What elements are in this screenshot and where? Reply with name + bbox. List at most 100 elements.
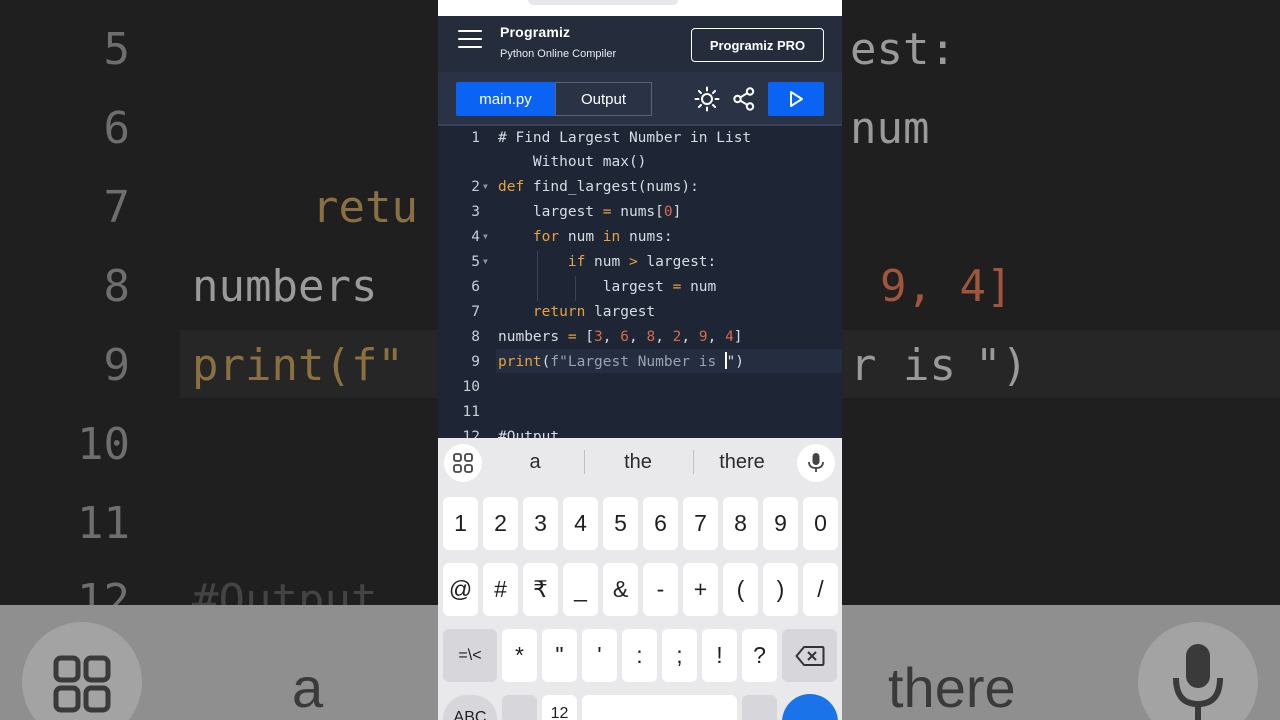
code-line: 3 largest = nums[0]: [438, 200, 842, 224]
code-number: 3: [594, 329, 603, 345]
key-rupee[interactable]: ₹: [523, 563, 558, 616]
key-0[interactable]: 0: [803, 497, 838, 550]
key-abc[interactable]: ABC: [443, 695, 497, 720]
key-slash[interactable]: /: [803, 563, 838, 616]
key-more-symbols[interactable]: =\<: [443, 629, 497, 682]
key-emoji[interactable]: [502, 695, 537, 720]
key-question[interactable]: ?: [742, 629, 777, 682]
key-2[interactable]: 2: [483, 497, 518, 550]
bg-code-fragment: "): [975, 340, 1028, 391]
share-icon[interactable]: [731, 86, 757, 112]
key-asterisk[interactable]: *: [502, 629, 537, 682]
code-line: 7 return largest: [438, 300, 842, 324]
key-minus[interactable]: -: [643, 563, 678, 616]
hamburger-menu-icon[interactable]: [458, 30, 482, 52]
key-colon[interactable]: :: [622, 629, 657, 682]
code-line: 11: [438, 400, 842, 424]
code-text: num: [559, 229, 603, 245]
code-text: largest: [602, 279, 673, 295]
programiz-pro-button[interactable]: Programiz PRO: [691, 28, 824, 62]
fold-arrow-icon[interactable]: ▼: [483, 250, 488, 274]
key-at[interactable]: @: [443, 563, 478, 616]
key-open-paren[interactable]: (: [723, 563, 758, 616]
bg-microphone-icon: [1138, 622, 1258, 720]
key-exclamation[interactable]: !: [702, 629, 737, 682]
code-number: 8: [646, 329, 656, 345]
bg-line-number: 10: [77, 419, 130, 470]
suggestion-item[interactable]: there: [702, 448, 782, 476]
bg-line-number: 5: [103, 24, 131, 75]
bg-line-number: 11: [77, 498, 130, 549]
suggestion-divider: [584, 450, 585, 474]
bg-line-number: 9: [103, 340, 131, 391]
app-header: Programiz Python Online Compiler Program…: [438, 16, 842, 72]
code-text: nums[: [611, 204, 664, 220]
key-numbers-layout[interactable]: 12: [542, 695, 577, 720]
code-number: 4: [725, 329, 734, 345]
line-number: 1: [471, 130, 480, 146]
code-operator: =: [567, 329, 577, 345]
code-keyword: return: [532, 304, 586, 320]
line-number: 11: [462, 404, 480, 420]
run-button[interactable]: [768, 82, 824, 116]
tab-main-py[interactable]: main.py: [456, 82, 555, 116]
key-hash[interactable]: #: [483, 563, 518, 616]
code-line: 2 ▼ def find_largest(nums):: [438, 175, 842, 199]
code-operator: >: [628, 254, 638, 270]
suggestion-bar: a the there: [438, 438, 842, 486]
code-line: 5 ▼ if num > largest:: [438, 250, 842, 274]
bg-grid-apps-icon: [22, 622, 142, 720]
key-close-paren[interactable]: ): [763, 563, 798, 616]
bg-suggestion: a: [292, 656, 324, 719]
microphone-icon[interactable]: [797, 444, 835, 482]
key-semicolon[interactable]: ;: [662, 629, 697, 682]
code-text: largest:: [637, 254, 717, 270]
code-comment: #Output: [498, 429, 560, 438]
suggestion-item[interactable]: the: [598, 448, 678, 476]
line-number: 7: [471, 304, 480, 320]
key-double-quote[interactable]: ": [542, 629, 577, 682]
code-number: 6: [620, 329, 629, 345]
enter-key[interactable]: [782, 694, 838, 720]
key-single-quote[interactable]: ': [582, 629, 617, 682]
code-text: numbers: [498, 329, 568, 345]
fold-arrow-icon[interactable]: ▼: [483, 175, 488, 199]
logo-text: Programiz: [500, 24, 571, 40]
key-8[interactable]: 8: [723, 497, 758, 550]
key-underscore[interactable]: _: [563, 563, 598, 616]
key-6[interactable]: 6: [643, 497, 678, 550]
code-text: "): [726, 354, 744, 370]
key-3[interactable]: 3: [523, 497, 558, 550]
tab-output[interactable]: Output: [555, 82, 652, 116]
sun-theme-icon[interactable]: [694, 86, 720, 112]
line-number: 8: [471, 329, 480, 345]
line-number: 10: [462, 379, 480, 395]
suggestion-item[interactable]: a: [500, 448, 570, 476]
code-keyword: if: [567, 254, 586, 270]
grid-apps-icon[interactable]: [444, 444, 482, 482]
code-line: 1 # Find Largest Number in List: [438, 128, 842, 150]
fold-arrow-icon[interactable]: ▼: [483, 225, 488, 249]
brand[interactable]: Programiz Python Online Compiler: [500, 24, 616, 60]
code-line: 8 numbers = [3, 6, 8, 2, 9, 4]: [438, 325, 842, 349]
bg-line-number: 6: [103, 103, 131, 154]
backspace-icon[interactable]: [782, 629, 837, 682]
line-number: 6: [471, 279, 480, 295]
key-space[interactable]: [582, 695, 737, 720]
code-number: 0: [663, 204, 673, 220]
code-editor[interactable]: 1 # Find Largest Number in List Without …: [438, 128, 842, 438]
code-text: nums:: [620, 229, 673, 245]
code-text: ]: [733, 329, 743, 345]
key-plus[interactable]: +: [683, 563, 718, 616]
key-7[interactable]: 7: [683, 497, 718, 550]
code-text: largest: [585, 304, 656, 320]
key-9[interactable]: 9: [763, 497, 798, 550]
key-4[interactable]: 4: [563, 497, 598, 550]
key-5[interactable]: 5: [603, 497, 638, 550]
bg-suggestion: there: [888, 656, 1016, 719]
key-ampersand[interactable]: &: [603, 563, 638, 616]
bg-line-number: 8: [103, 261, 131, 312]
key-period[interactable]: [742, 695, 777, 720]
key-1[interactable]: 1: [443, 497, 478, 550]
code-string: f"Largest Number is: [550, 354, 725, 370]
